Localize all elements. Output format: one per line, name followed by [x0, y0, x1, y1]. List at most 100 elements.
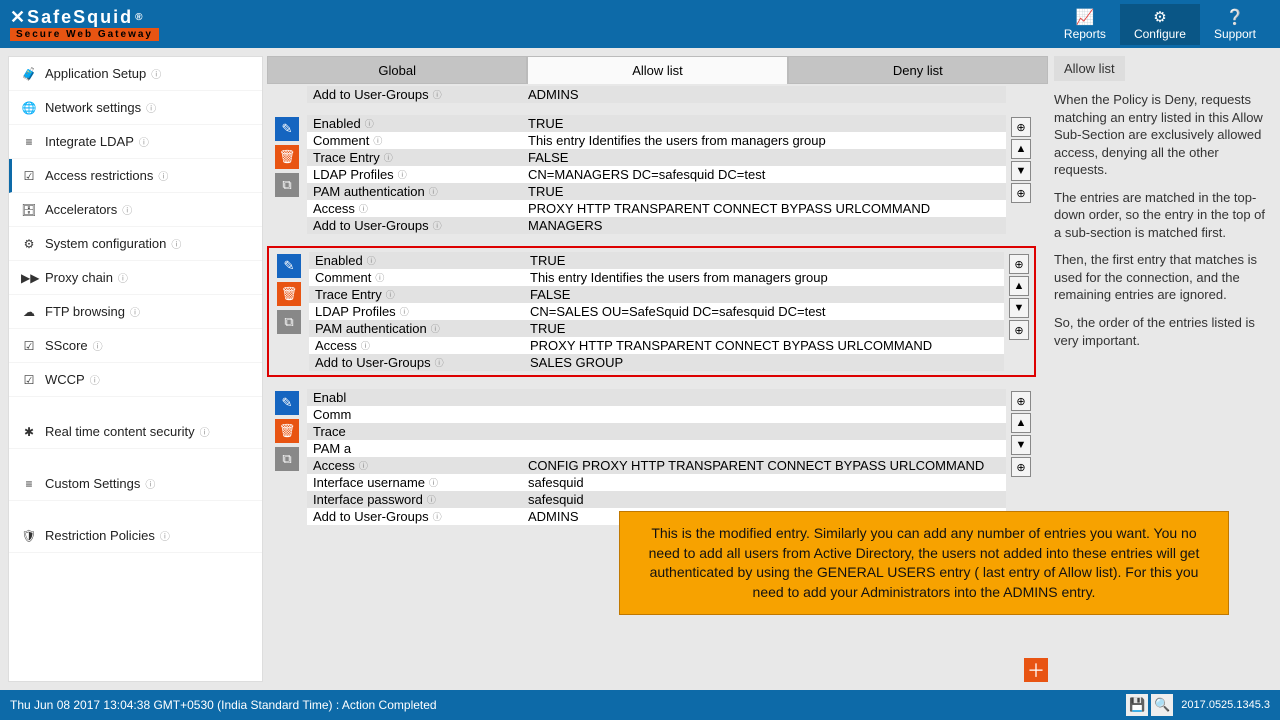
- registered-mark: ®: [135, 12, 144, 23]
- field-value: TRUE: [524, 252, 1004, 269]
- info-icon: ⓘ: [433, 510, 442, 523]
- info-icon: ⓘ: [151, 66, 161, 81]
- delete-button[interactable]: 🗑: [275, 145, 299, 169]
- field-value: ADMINS: [522, 86, 1006, 103]
- field-value: PROXY HTTP TRANSPARENT CONNECT BYPASS UR…: [522, 200, 1006, 217]
- sidebar: 🧳Application Setupⓘ 🌐Network settingsⓘ ≡…: [8, 56, 263, 682]
- info-icon: ⓘ: [160, 528, 170, 543]
- move-bottom-button[interactable]: ⊕: [1011, 457, 1031, 477]
- globe-icon: 🌐: [21, 101, 37, 115]
- field-label: Comm: [313, 407, 351, 422]
- tab-bar: Global Allow list Deny list: [267, 56, 1048, 84]
- field-label: Add to User-Groups: [313, 509, 429, 524]
- help-icon: ❔: [1226, 8, 1245, 26]
- tab-allow-list[interactable]: Allow list: [527, 56, 787, 84]
- info-icon: ⓘ: [146, 100, 156, 115]
- status-text: Thu Jun 08 2017 13:04:38 GMT+0530 (India…: [10, 698, 437, 712]
- field-value: CN=SALES OU=SafeSquid DC=safesquid DC=te…: [524, 303, 1004, 320]
- search-button[interactable]: 🔍: [1151, 694, 1173, 716]
- info-icon: ⓘ: [130, 304, 140, 319]
- tab-deny-list[interactable]: Deny list: [788, 56, 1048, 84]
- delete-button[interactable]: 🗑: [277, 282, 301, 306]
- nav-support[interactable]: ❔ Support: [1200, 4, 1270, 45]
- sidebar-item-label: FTP browsing: [45, 304, 125, 319]
- field-value: PROXY HTTP TRANSPARENT CONNECT BYPASS UR…: [524, 337, 1004, 354]
- edit-button[interactable]: ✎: [275, 391, 299, 415]
- field-value: TRUE: [524, 320, 1004, 337]
- clone-button[interactable]: ⧉: [275, 447, 299, 471]
- nav-support-label: Support: [1214, 27, 1256, 41]
- move-down-button[interactable]: ▼: [1011, 161, 1031, 181]
- info-icon: ⓘ: [384, 151, 393, 164]
- field-label: Enabled: [315, 253, 363, 268]
- entry-row: ✎ 🗑 ⧉ Enabl Comm Trace PAM a AccessⓘCONF…: [267, 389, 1036, 525]
- field-label: LDAP Profiles: [315, 304, 396, 319]
- sidebar-item-integrate-ldap[interactable]: ≡Integrate LDAPⓘ: [9, 125, 262, 159]
- info-icon: ⓘ: [359, 459, 368, 472]
- check-icon: ☑: [21, 169, 37, 183]
- info-icon: ⓘ: [145, 476, 155, 491]
- sidebar-item-label: Integrate LDAP: [45, 134, 134, 149]
- sidebar-item-sscore[interactable]: ☑SScoreⓘ: [9, 329, 262, 363]
- edit-button[interactable]: ✎: [275, 117, 299, 141]
- field-value: safesquid: [522, 474, 1006, 491]
- help-title: Allow list: [1054, 56, 1125, 81]
- field-label: Trace Entry: [315, 287, 382, 302]
- sidebar-item-ftp-browsing[interactable]: ☁FTP browsingⓘ: [9, 295, 262, 329]
- add-entry-button[interactable]: ＋: [1024, 658, 1048, 682]
- tab-global[interactable]: Global: [267, 56, 527, 84]
- chart-icon: 📈: [1076, 8, 1095, 26]
- field-label: Interface username: [313, 475, 425, 490]
- sidebar-item-proxy-chain[interactable]: ▶▶Proxy chainⓘ: [9, 261, 262, 295]
- help-paragraph: So, the order of the entries listed is v…: [1054, 314, 1272, 349]
- sidebar-item-system-configuration[interactable]: ⚙System configurationⓘ: [9, 227, 262, 261]
- field-label: Access: [313, 458, 355, 473]
- sidebar-item-access-restrictions[interactable]: ☑Access restrictionsⓘ: [9, 159, 262, 193]
- gears-icon: ⚙: [1153, 8, 1166, 26]
- brand-name: SafeSquid: [27, 7, 133, 28]
- sidebar-item-label: Real time content security: [45, 424, 195, 439]
- field-value: [522, 389, 1006, 406]
- info-icon: ⓘ: [386, 288, 395, 301]
- move-top-button[interactable]: ⊕: [1011, 391, 1031, 411]
- sliders-icon: ⚙: [21, 237, 37, 251]
- sidebar-item-application-setup[interactable]: 🧳Application Setupⓘ: [9, 57, 262, 91]
- info-icon: ⓘ: [398, 168, 407, 181]
- info-icon: ⓘ: [375, 271, 384, 284]
- delete-button[interactable]: 🗑: [275, 419, 299, 443]
- move-bottom-button[interactable]: ⊕: [1009, 320, 1029, 340]
- sidebar-item-wccp[interactable]: ☑WCCPⓘ: [9, 363, 262, 397]
- sidebar-item-restriction-policies[interactable]: 🛡Restriction Policiesⓘ: [9, 519, 262, 553]
- clone-button[interactable]: ⧉: [275, 173, 299, 197]
- move-bottom-button[interactable]: ⊕: [1011, 183, 1031, 203]
- sidebar-item-realtime-content-security[interactable]: ✱Real time content securityⓘ: [9, 415, 262, 449]
- move-top-button[interactable]: ⊕: [1011, 117, 1031, 137]
- sidebar-item-custom-settings[interactable]: ≡Custom Settingsⓘ: [9, 467, 262, 501]
- info-icon: ⓘ: [433, 219, 442, 232]
- nav-reports-label: Reports: [1064, 27, 1106, 41]
- info-icon: ⓘ: [93, 338, 103, 353]
- move-up-button[interactable]: ▲: [1009, 276, 1029, 296]
- field-value: [522, 423, 1006, 440]
- field-value: FALSE: [524, 286, 1004, 303]
- save-button[interactable]: 💾: [1126, 694, 1148, 716]
- move-up-button[interactable]: ▲: [1011, 413, 1031, 433]
- move-down-button[interactable]: ▼: [1009, 298, 1029, 318]
- clone-button[interactable]: ⧉: [277, 310, 301, 334]
- entry-row-highlighted: ✎ 🗑 ⧉ EnabledⓘTRUE CommentⓘThis entry Id…: [267, 246, 1036, 377]
- info-icon: ⓘ: [122, 202, 132, 217]
- sidebar-item-label: Custom Settings: [45, 476, 140, 491]
- nav-configure[interactable]: ⚙ Configure: [1120, 4, 1200, 45]
- field-label: PAM authentication: [313, 184, 425, 199]
- move-down-button[interactable]: ▼: [1011, 435, 1031, 455]
- edit-button[interactable]: ✎: [277, 254, 301, 278]
- move-top-button[interactable]: ⊕: [1009, 254, 1029, 274]
- field-label: LDAP Profiles: [313, 167, 394, 182]
- field-value: TRUE: [522, 183, 1006, 200]
- nav-reports[interactable]: 📈 Reports: [1050, 4, 1120, 45]
- sidebar-item-accelerators[interactable]: 🗄Acceleratorsⓘ: [9, 193, 262, 227]
- info-icon: ⓘ: [435, 356, 444, 369]
- sidebar-item-network-settings[interactable]: 🌐Network settingsⓘ: [9, 91, 262, 125]
- stack-icon: 🗄: [21, 203, 37, 217]
- move-up-button[interactable]: ▲: [1011, 139, 1031, 159]
